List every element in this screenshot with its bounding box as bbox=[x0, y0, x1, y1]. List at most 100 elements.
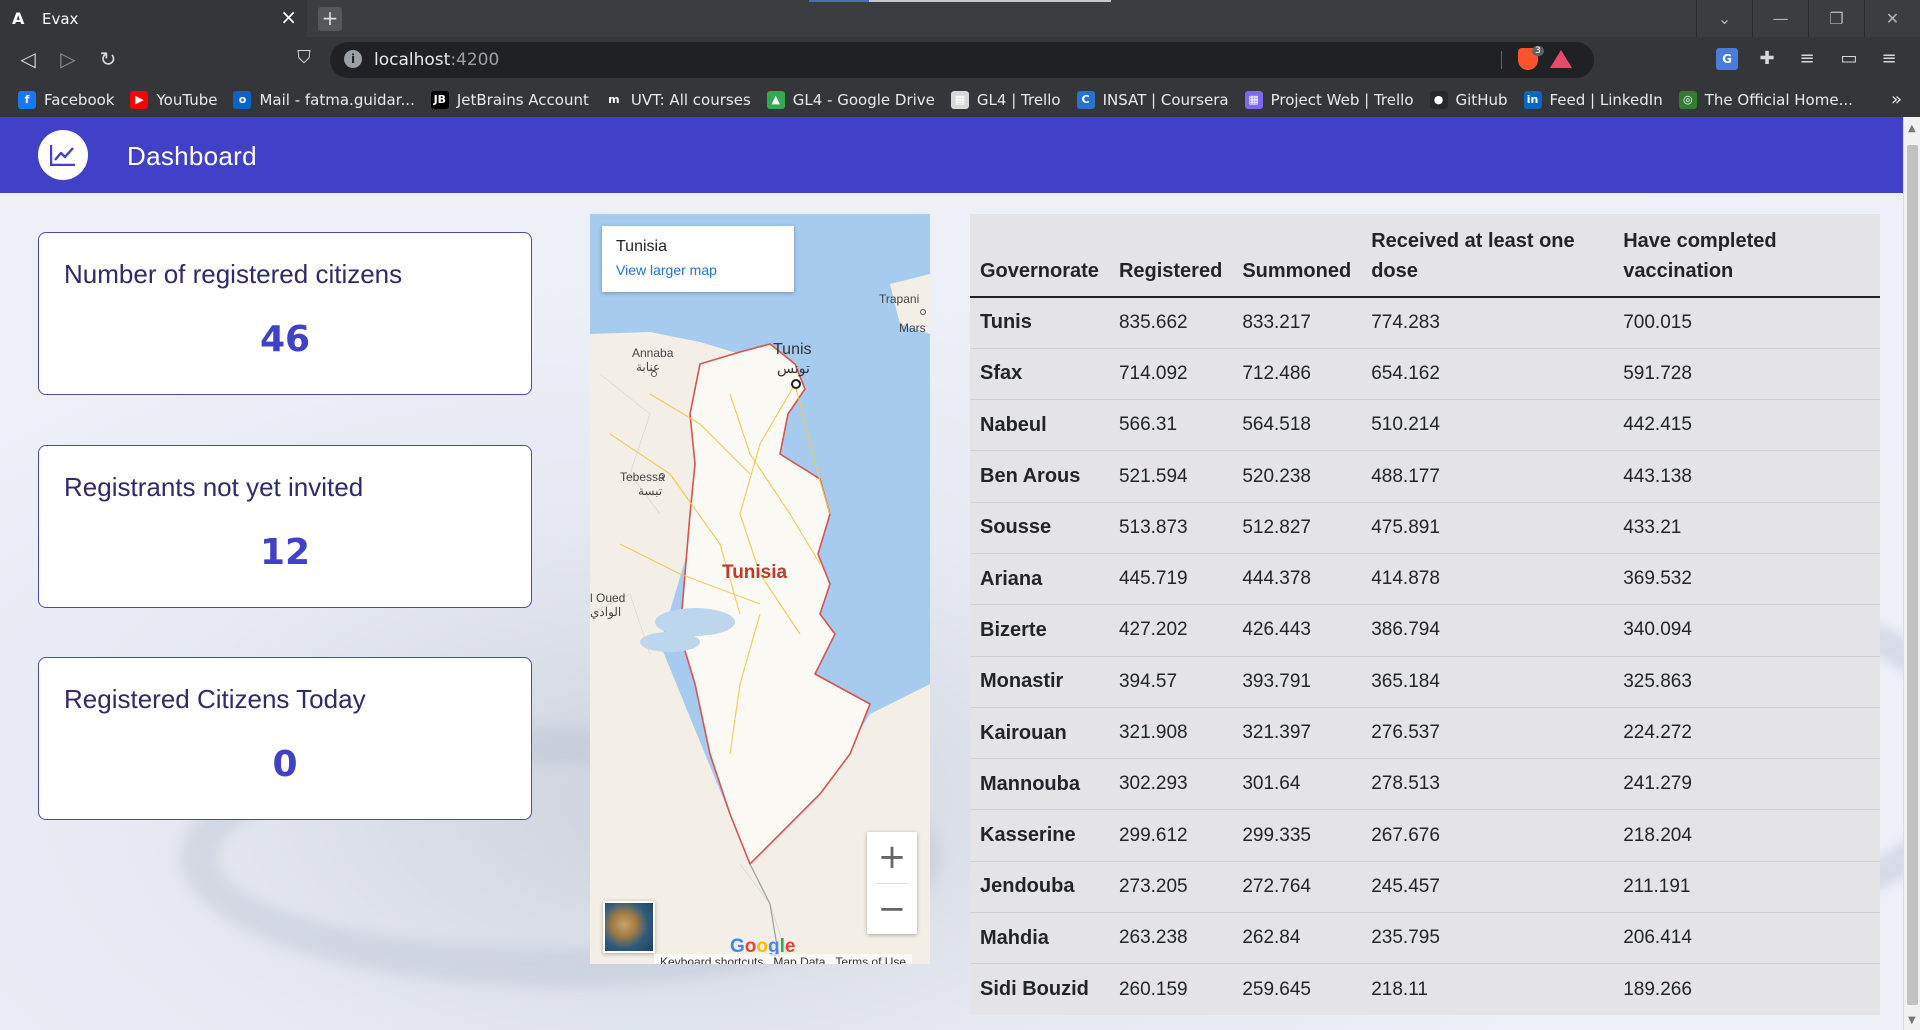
table-cell: 521.594 bbox=[1108, 450, 1233, 503]
tab-strip: A Evax × + ⌄ — ❐ ✕ bbox=[0, 0, 1920, 37]
zoom-in-button[interactable]: + bbox=[867, 832, 917, 882]
tab-search-icon[interactable]: ⌄ bbox=[1696, 0, 1752, 37]
bookmark-item[interactable]: in Feed | LinkedIn bbox=[1523, 91, 1663, 109]
omnibox-separator bbox=[1501, 51, 1502, 69]
map-city-label: Annaba bbox=[632, 346, 674, 360]
table-row: Jendouba 273.205 272.764 245.457 211.191 bbox=[970, 860, 1880, 913]
embedded-map[interactable]: Tunisia View larger map Tunis تونس Annab… bbox=[590, 214, 930, 964]
table-cell: 369.532 bbox=[1613, 552, 1880, 605]
bookmark-item[interactable]: ● GitHub bbox=[1429, 91, 1508, 109]
outlook-icon: o bbox=[233, 91, 252, 109]
url-text[interactable]: localhost:4200 bbox=[374, 50, 499, 70]
map-city-label: Trapani bbox=[879, 292, 920, 306]
column-header: Have completed vaccination bbox=[1613, 214, 1880, 298]
reload-icon[interactable]: ↻ bbox=[96, 47, 120, 71]
bookmark-item[interactable]: m UVT: All courses bbox=[604, 91, 751, 109]
address-bar[interactable]: i localhost:4200 3 bbox=[330, 42, 1594, 78]
view-larger-map-link[interactable]: View larger map bbox=[616, 262, 717, 278]
tab-title: Evax bbox=[42, 9, 79, 28]
restore-icon[interactable]: ❐ bbox=[1808, 0, 1864, 37]
bookmark-item[interactable]: JB JetBrains Account bbox=[430, 91, 589, 109]
bookmark-item[interactable]: ▦ GL4 | Trello bbox=[950, 91, 1061, 109]
table-cell: 263.238 bbox=[1108, 912, 1233, 964]
shields-badge: 3 bbox=[1532, 46, 1544, 56]
bookmark-label: INSAT | Coursera bbox=[1102, 91, 1229, 109]
map-city-label: Tebessa bbox=[620, 470, 665, 484]
table-cell: 712.486 bbox=[1232, 347, 1362, 400]
reading-list-icon[interactable]: ≡ bbox=[1796, 48, 1818, 70]
table-cell: 245.457 bbox=[1361, 860, 1614, 913]
bookmark-item[interactable]: C INSAT | Coursera bbox=[1076, 91, 1229, 109]
governorate-cell: Tunis bbox=[970, 296, 1109, 349]
table-cell: 218.204 bbox=[1613, 809, 1880, 862]
map-data-link[interactable]: Map Data bbox=[773, 954, 825, 964]
google-drive-icon: ▲ bbox=[766, 91, 785, 109]
bookmark-label: Feed | LinkedIn bbox=[1549, 91, 1663, 109]
page-viewport: Dashboard Number of registered citizens … bbox=[0, 117, 1903, 1030]
table-cell: 260.159 bbox=[1108, 963, 1233, 1016]
governorate-cell: Mahdia bbox=[970, 912, 1109, 964]
table-cell: 414.878 bbox=[1361, 552, 1614, 605]
forward-icon[interactable]: ▷ bbox=[56, 47, 80, 71]
bookmark-label: JetBrains Account bbox=[456, 91, 589, 109]
translate-icon[interactable]: G bbox=[1716, 48, 1738, 70]
page-title: Dashboard bbox=[127, 141, 257, 171]
close-window-icon[interactable]: ✕ bbox=[1864, 0, 1920, 37]
chart-line-icon[interactable] bbox=[38, 130, 88, 180]
table-cell: 189.266 bbox=[1613, 963, 1880, 1016]
bookmark-label: GL4 - Google Drive bbox=[792, 91, 935, 109]
new-tab-button[interactable]: + bbox=[318, 7, 342, 31]
map-city-label: تونس bbox=[777, 360, 810, 376]
close-tab-icon[interactable]: × bbox=[280, 7, 297, 27]
table-cell: 442.415 bbox=[1613, 399, 1880, 451]
site-info-icon[interactable]: i bbox=[344, 50, 362, 68]
scrollbar-thumb[interactable] bbox=[1907, 145, 1918, 1005]
bookmark-item[interactable]: ▦ Project Web | Trello bbox=[1244, 91, 1414, 109]
moodle-icon: m bbox=[604, 91, 623, 109]
minimize-icon[interactable]: — bbox=[1752, 0, 1808, 37]
table-cell: 591.728 bbox=[1613, 347, 1880, 400]
extensions-icon[interactable]: ✚ bbox=[1756, 48, 1778, 70]
stat-label: Registrants not yet invited bbox=[64, 472, 364, 502]
table-row: Ben Arous 521.594 520.238 488.177 443.138 bbox=[970, 450, 1880, 503]
stat-card-registered: Number of registered citizens 46 bbox=[38, 232, 532, 395]
bookmark-item[interactable]: ◎ The Official Home... bbox=[1678, 91, 1853, 109]
scroll-down-icon[interactable]: ▼ bbox=[1908, 1015, 1916, 1026]
table-body: Tunis 835.662 833.217 774.283 700.015 Sfax 714… bbox=[970, 296, 1880, 1016]
column-header: Governorate bbox=[970, 214, 1109, 298]
table-cell: 488.177 bbox=[1361, 450, 1614, 503]
governorate-cell: Nabeul bbox=[970, 399, 1109, 451]
terms-of-use-link[interactable]: Terms of Use bbox=[835, 954, 906, 964]
table-cell: 654.162 bbox=[1361, 347, 1614, 400]
back-icon[interactable]: ◁ bbox=[16, 47, 40, 71]
bookmark-item[interactable]: o Mail - fatma.guidar... bbox=[233, 91, 415, 109]
bookmarks-overflow-icon[interactable]: » bbox=[1891, 89, 1902, 110]
table-cell: 325.863 bbox=[1613, 655, 1880, 708]
scroll-up-icon[interactable]: ▲ bbox=[1908, 123, 1916, 134]
bookmark-item[interactable]: f Facebook bbox=[18, 91, 114, 109]
github-icon: ● bbox=[1429, 91, 1448, 109]
table-cell: 564.518 bbox=[1232, 399, 1362, 451]
satellite-toggle[interactable] bbox=[603, 901, 655, 953]
browser-tab[interactable]: A Evax × bbox=[0, 0, 307, 37]
zoom-out-button[interactable]: − bbox=[867, 884, 917, 934]
map-city-label: عنابة bbox=[636, 360, 661, 374]
table-cell: 386.794 bbox=[1361, 604, 1614, 657]
brave-shields-icon[interactable]: 3 bbox=[1518, 46, 1544, 70]
table-cell: 427.202 bbox=[1108, 604, 1233, 657]
bookmark-item[interactable]: ▶ YouTube bbox=[130, 91, 217, 109]
brave-rewards-icon[interactable] bbox=[1550, 50, 1572, 68]
table-cell: 835.662 bbox=[1108, 296, 1233, 349]
table-cell: 299.335 bbox=[1232, 809, 1362, 862]
table-cell: 224.272 bbox=[1613, 706, 1880, 759]
stat-value: 0 bbox=[272, 744, 298, 785]
bookmark-item[interactable]: ▲ GL4 - Google Drive bbox=[766, 91, 935, 109]
menu-icon[interactable]: ≡ bbox=[1878, 48, 1900, 70]
wallet-icon[interactable]: ▭ bbox=[1838, 48, 1860, 70]
bookmark-icon[interactable]: ⛉ bbox=[292, 47, 316, 68]
table-row: Ariana 445.719 444.378 414.878 369.532 bbox=[970, 552, 1880, 605]
keyboard-shortcuts-link[interactable]: Keyboard shortcuts bbox=[660, 954, 763, 964]
page-scrollbar[interactable]: ▲ ▼ bbox=[1903, 117, 1920, 1030]
table-row: Bizerte 427.202 426.443 386.794 340.094 bbox=[970, 604, 1880, 657]
table-cell: 833.217 bbox=[1232, 296, 1362, 349]
